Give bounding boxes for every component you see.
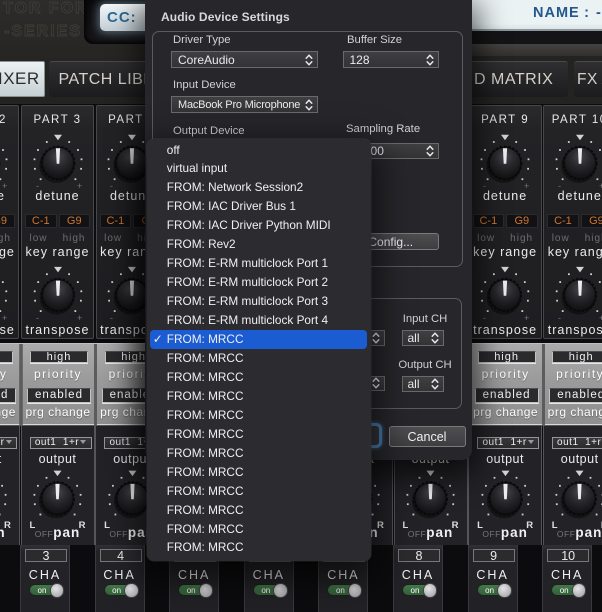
- svg-text:+: +: [77, 313, 82, 323]
- svg-text:-: -: [483, 313, 486, 323]
- svg-text:-: -: [558, 313, 561, 323]
- svg-text:-: -: [36, 313, 39, 323]
- svg-text:+: +: [524, 313, 529, 323]
- svg-text:-: -: [110, 313, 113, 323]
- svg-text:+: +: [2, 313, 7, 323]
